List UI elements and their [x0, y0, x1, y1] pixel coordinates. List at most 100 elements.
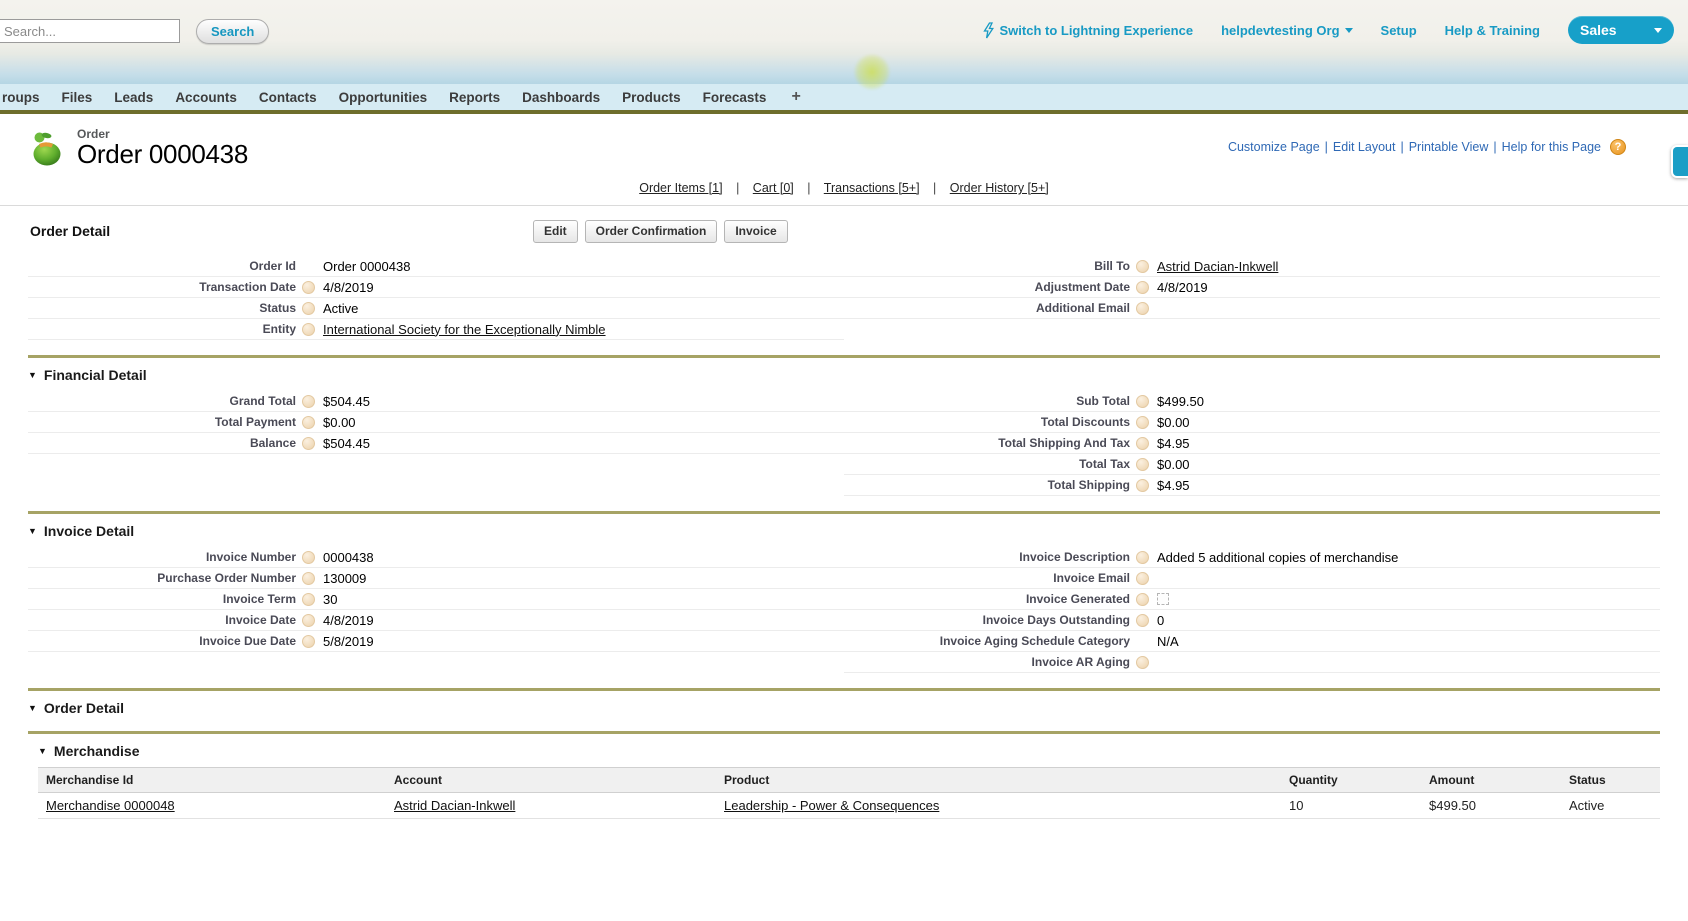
invoice-fields: Invoice Number 0000438 Purchase Order Nu…	[28, 547, 1660, 673]
help-bubble-icon[interactable]	[302, 593, 315, 606]
help-bubble-icon[interactable]	[302, 323, 315, 336]
help-bubble-icon[interactable]	[1136, 281, 1149, 294]
collapse-triangle-icon[interactable]: ▼	[38, 747, 47, 756]
help-bubble-icon[interactable]	[302, 635, 315, 648]
help-bubble-icon[interactable]	[1136, 458, 1149, 471]
collapse-triangle-icon[interactable]: ▼	[28, 704, 37, 713]
tab-contacts[interactable]: Contacts	[248, 90, 328, 105]
field-total-shipping: Total Shipping $4.95	[844, 475, 1660, 496]
help-bubble-icon[interactable]	[1136, 614, 1149, 627]
shortcut-transactions[interactable]: Transactions [5+]	[824, 181, 920, 195]
customize-page-link[interactable]: Customize Page	[1228, 140, 1320, 154]
entity-link[interactable]: International Society for the Exceptiona…	[323, 322, 606, 337]
help-bubble-icon[interactable]	[1136, 479, 1149, 492]
order-detail-section-heading: Order Detail	[44, 700, 124, 716]
edit-button[interactable]: Edit	[533, 220, 578, 243]
column-product: Product	[716, 768, 1281, 793]
field-entity: Entity International Society for the Exc…	[28, 319, 844, 340]
order-confirmation-button[interactable]: Order Confirmation	[585, 220, 718, 243]
quantity-cell: 10	[1281, 793, 1421, 819]
section-divider	[28, 511, 1660, 514]
tab-reports[interactable]: Reports	[438, 90, 511, 105]
help-bubble-icon[interactable]	[302, 437, 315, 450]
invoice-generated-checkbox	[1157, 593, 1169, 605]
field-invoice-days-outstanding: Invoice Days Outstanding 0	[844, 610, 1660, 631]
merchandise-table: Merchandise Id Account Product Quantity …	[38, 767, 1660, 819]
field-invoice-description: Invoice Description Added 5 additional c…	[844, 547, 1660, 568]
invoice-detail-heading: Invoice Detail	[44, 523, 134, 539]
tab-files[interactable]: Files	[51, 90, 104, 105]
collapse-triangle-icon[interactable]: ▼	[28, 527, 37, 536]
field-bill-to: Bill To Astrid Dacian-Inkwell	[844, 256, 1660, 277]
edit-layout-link[interactable]: Edit Layout	[1333, 140, 1396, 154]
merchandise-header-row: Merchandise Id Account Product Quantity …	[38, 768, 1660, 793]
column-account: Account	[386, 768, 716, 793]
help-bubble-icon[interactable]	[302, 572, 315, 585]
field-invoice-email: Invoice Email	[844, 568, 1660, 589]
field-invoice-generated: Invoice Generated	[844, 589, 1660, 610]
product-link[interactable]: Leadership - Power & Consequences	[724, 798, 939, 813]
help-bubble-icon[interactable]	[1136, 656, 1149, 669]
help-bubble-icon[interactable]	[1136, 416, 1149, 429]
printable-view-link[interactable]: Printable View	[1409, 140, 1489, 154]
feedback-side-tab[interactable]	[1671, 145, 1688, 178]
collapse-triangle-icon[interactable]: ▼	[28, 371, 37, 380]
tab-forecasts[interactable]: Forecasts	[692, 90, 778, 105]
account-link[interactable]: Astrid Dacian-Inkwell	[394, 798, 515, 813]
switch-to-lightning-link[interactable]: Switch to Lightning Experience	[983, 22, 1193, 39]
help-question-icon[interactable]: ?	[1610, 139, 1626, 155]
field-invoice-due-date: Invoice Due Date 5/8/2019	[28, 631, 844, 652]
column-amount: Amount	[1421, 768, 1561, 793]
help-bubble-icon[interactable]	[302, 302, 315, 315]
help-bubble-icon[interactable]	[1136, 572, 1149, 585]
add-tab-button[interactable]: +	[777, 88, 814, 106]
field-total-payment: Total Payment $0.00	[28, 412, 844, 433]
field-invoice-aging-schedule-category: Invoice Aging Schedule Category N/A	[844, 631, 1660, 652]
tab-dashboards[interactable]: Dashboards	[511, 90, 611, 105]
field-order-id: Order Id Order 0000438	[28, 256, 844, 277]
tab-accounts[interactable]: Accounts	[164, 90, 248, 105]
search-button[interactable]: Search	[196, 19, 269, 44]
help-for-page-link[interactable]: Help for this Page	[1502, 140, 1601, 154]
search-input[interactable]	[0, 19, 180, 43]
shortcut-order-items[interactable]: Order Items [1]	[639, 181, 722, 195]
tab-products[interactable]: Products	[611, 90, 692, 105]
help-training-link[interactable]: Help & Training	[1445, 23, 1540, 38]
field-total-discounts: Total Discounts $0.00	[844, 412, 1660, 433]
order-icon	[28, 127, 66, 167]
app-menu-button[interactable]: Sales	[1568, 16, 1674, 44]
bill-to-link[interactable]: Astrid Dacian-Inkwell	[1157, 259, 1278, 274]
merchandise-row: Merchandise 0000048 Astrid Dacian-Inkwel…	[38, 793, 1660, 819]
section-divider	[28, 355, 1660, 358]
help-bubble-icon[interactable]	[1136, 395, 1149, 408]
shortcut-cart[interactable]: Cart [0]	[753, 181, 794, 195]
tab-leads[interactable]: Leads	[103, 90, 164, 105]
column-status: Status	[1561, 768, 1660, 793]
org-menu[interactable]: helpdevtesting Org	[1221, 23, 1352, 38]
help-bubble-icon[interactable]	[1136, 551, 1149, 564]
help-bubble-icon[interactable]	[302, 281, 315, 294]
field-invoice-date: Invoice Date 4/8/2019	[28, 610, 844, 631]
column-merchandise-id: Merchandise Id	[38, 768, 386, 793]
help-bubble-icon[interactable]	[1136, 593, 1149, 606]
merchandise-id-link[interactable]: Merchandise 0000048	[46, 798, 175, 813]
help-bubble-icon[interactable]	[302, 416, 315, 429]
invoice-button[interactable]: Invoice	[724, 220, 787, 243]
help-bubble-icon[interactable]	[302, 551, 315, 564]
masthead: Search Switch to Lightning Experience he…	[0, 0, 1688, 84]
field-additional-email: Additional Email	[844, 298, 1660, 319]
help-bubble-icon[interactable]	[1136, 437, 1149, 450]
tab-groups[interactable]: roups	[0, 90, 51, 105]
help-bubble-icon[interactable]	[1136, 260, 1149, 273]
field-transaction-date: Transaction Date 4/8/2019	[28, 277, 844, 298]
help-bubble-icon[interactable]	[1136, 302, 1149, 315]
help-bubble-icon[interactable]	[302, 614, 315, 627]
tab-opportunities[interactable]: Opportunities	[328, 90, 439, 105]
shortcut-order-history[interactable]: Order History [5+]	[950, 181, 1049, 195]
setup-link[interactable]: Setup	[1381, 23, 1417, 38]
help-bubble-icon[interactable]	[302, 395, 315, 408]
panel-divider	[0, 205, 1688, 206]
order-fields: Order Id Order 0000438 Transaction Date …	[28, 256, 1660, 340]
detail-buttons: Edit Order Confirmation Invoice	[533, 220, 788, 243]
field-grand-total: Grand Total $504.45	[28, 391, 844, 412]
